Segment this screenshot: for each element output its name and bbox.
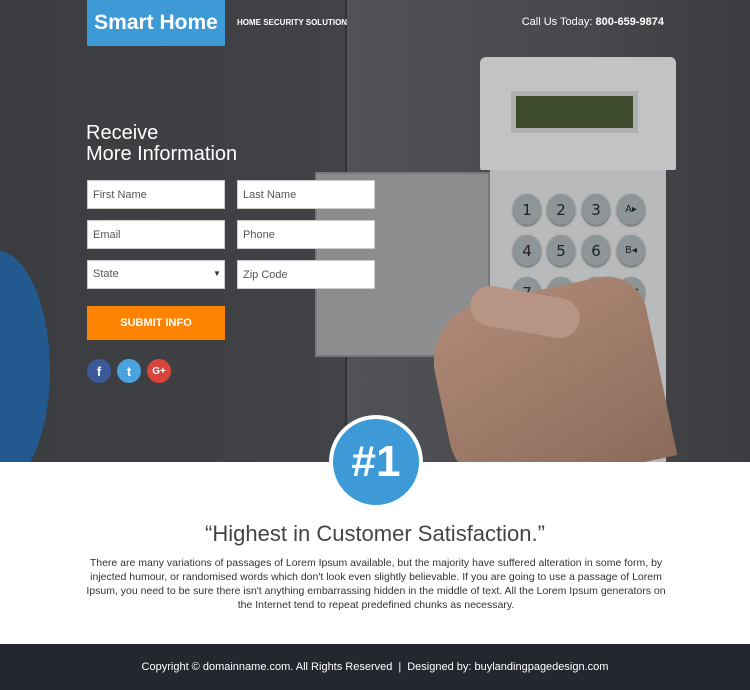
keypad-key: 1	[513, 194, 541, 225]
twitter-icon[interactable]: t	[117, 359, 141, 383]
footer-separator: |	[398, 661, 402, 673]
first-name-input[interactable]	[87, 180, 225, 209]
call-us: Call Us Today: 800-659-9874	[522, 16, 664, 28]
phone-number[interactable]: 800-659-9874	[595, 16, 664, 28]
chevron-down-icon: ▼	[213, 269, 221, 278]
keypad-key: 4	[513, 235, 541, 266]
rank-badge: #1	[329, 415, 423, 509]
person-shoulder-image	[0, 250, 50, 462]
form-title-line2: More Information	[86, 143, 238, 165]
footer: Copyright © domainname.com. All Rights R…	[0, 644, 750, 690]
keypad-key: 3	[582, 194, 610, 225]
testimonial-body: There are many variations of passages of…	[86, 557, 666, 611]
keypad-key: A▸	[617, 194, 645, 225]
alarm-display-image	[480, 57, 676, 170]
phone-input[interactable]	[237, 220, 375, 249]
keypad-key: 6	[582, 235, 610, 266]
designed-by-link[interactable]: Designed by: buylandingpagedesign.com	[407, 661, 608, 673]
call-label: Call Us Today:	[521, 16, 593, 28]
keypad-key: 2	[547, 194, 575, 225]
lcd-screen	[511, 91, 638, 133]
submit-button[interactable]: SUBMIT INFO	[87, 306, 225, 340]
facebook-icon[interactable]: f	[87, 359, 111, 383]
form-title: Receive More Information	[86, 123, 237, 165]
state-select[interactable]: State	[87, 260, 225, 289]
form-title-line1: Receive	[86, 122, 159, 144]
copyright: Copyright © domainname.com. All Rights R…	[141, 661, 393, 673]
last-name-input[interactable]	[237, 180, 375, 209]
logo[interactable]: Smart Home	[87, 0, 225, 46]
keypad-key: B◂	[617, 235, 645, 266]
email-input[interactable]	[87, 220, 225, 249]
testimonial-quote: “Highest in Customer Satisfaction.”	[205, 521, 545, 546]
google-plus-icon[interactable]: G+	[147, 359, 171, 383]
hero-section: 123A▸456B◂789ent#esc Smart Home HOME SEC…	[0, 0, 750, 462]
tagline: HOME SECURITY SOLUTION	[237, 18, 348, 27]
keypad-key: 5	[547, 235, 575, 266]
zip-code-input[interactable]	[237, 260, 375, 289]
